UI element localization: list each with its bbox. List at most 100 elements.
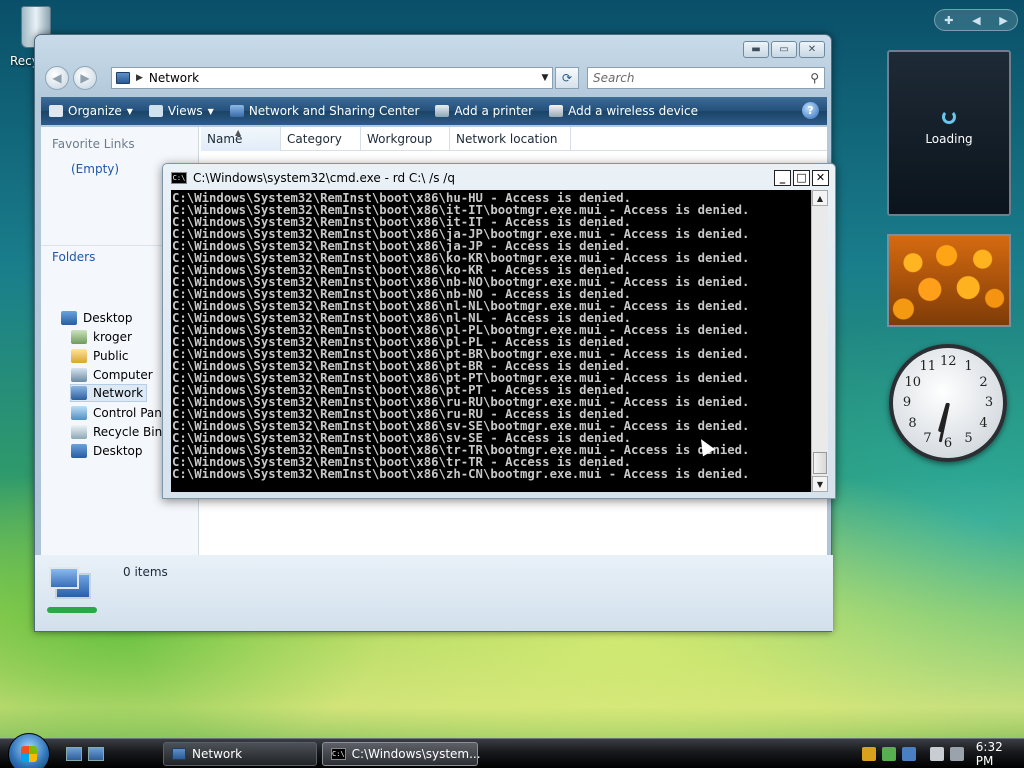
tree-item-label: Control Pane (93, 406, 170, 420)
column-name[interactable]: ▲ Name (201, 127, 281, 151)
network-status-icon[interactable] (929, 747, 944, 761)
details-pane: 0 items (35, 555, 833, 631)
cmd-close-button[interactable]: ✕ (812, 170, 829, 186)
clock-number: 5 (964, 430, 973, 446)
cmd-minimize-button[interactable]: _ (774, 170, 791, 186)
network-center-icon (229, 105, 244, 117)
taskbar-button-network[interactable]: Network (163, 742, 317, 766)
address-bar[interactable]: ▶ Network ▼ (111, 67, 553, 89)
tree-item-computer[interactable]: Computer (71, 366, 153, 384)
forward-button[interactable]: ▶ (73, 66, 97, 90)
volume-icon[interactable] (949, 747, 964, 761)
column-headers: ▲ Name Category Workgroup Network locati… (201, 127, 827, 151)
tree-item-control-panel[interactable]: Control Pane (71, 404, 169, 422)
taskbar-button-label: Network (192, 747, 243, 761)
column-label: Category (287, 132, 342, 146)
security-shield-icon[interactable] (862, 747, 876, 761)
desktop-icon (61, 311, 77, 325)
network-center-label: Network and Sharing Center (248, 104, 420, 118)
tree-item-label: Public (93, 349, 129, 363)
taskbar-button-cmd[interactable]: C:\ C:\Windows\system... (322, 742, 481, 766)
back-button[interactable]: ◀ (45, 66, 69, 90)
clock-number: 8 (908, 415, 917, 431)
cmd-title-bar[interactable]: C:\ C:\Windows\system32\cmd.exe - rd C:\… (171, 171, 455, 185)
network-icon (172, 748, 186, 760)
previous-icon[interactable]: ◀ (972, 14, 980, 27)
help-button[interactable]: ? (802, 102, 819, 119)
add-printer-label: Add a printer (454, 104, 534, 118)
cmd-title: C:\Windows\system32\cmd.exe - rd C:\ /s … (193, 171, 455, 185)
recycle-bin-icon (71, 425, 87, 439)
cmd-window: C:\ C:\Windows\system32\cmd.exe - rd C:\… (162, 163, 836, 499)
cmd-icon: C:\ (171, 172, 187, 184)
column-workgroup[interactable]: Workgroup (361, 127, 450, 151)
tree-item-recycle-bin[interactable]: Recycle Bin (71, 423, 162, 441)
tree-item-label: kroger (93, 330, 132, 344)
user-folder-icon (71, 330, 87, 344)
command-bar: Organize ▼ Views ▼ Network and Sharing C… (41, 97, 827, 125)
minimize-button[interactable]: ▬ (743, 41, 769, 58)
sort-ascending-icon: ▲ (235, 128, 242, 137)
tree-item-label: Computer (93, 368, 153, 382)
desktop-icon (71, 444, 87, 458)
wireless-device-icon (549, 105, 564, 117)
scroll-down-icon[interactable]: ▼ (812, 476, 828, 492)
taskbar: Network C:\ C:\Windows\system... 6:32 PM (0, 733, 1024, 768)
slideshow-gadget[interactable] (887, 234, 1011, 327)
refresh-button[interactable]: ⟳ (555, 67, 579, 89)
cmd-maximize-button[interactable]: □ (793, 170, 810, 186)
add-gadget-icon[interactable]: ✚ (944, 14, 953, 27)
chevron-down-icon: ▼ (207, 106, 214, 116)
clock-number: 4 (979, 415, 988, 431)
update-icon[interactable] (881, 747, 896, 761)
windows-logo-icon (21, 746, 37, 762)
window-controls: ▬ ▭ ✕ (743, 41, 825, 58)
cmd-scrollbar[interactable]: ▲ ▼ (811, 190, 828, 492)
loading-text: Loading (925, 132, 973, 146)
close-button[interactable]: ✕ (799, 41, 825, 58)
network-tray-icon[interactable] (901, 747, 916, 761)
organize-button[interactable]: Organize ▼ (41, 97, 141, 125)
start-button[interactable] (8, 733, 50, 768)
switch-windows-icon[interactable] (88, 747, 104, 761)
console-output[interactable]: C:\Windows\System32\RemInst\boot\x86\hu-… (171, 190, 811, 492)
network-sharing-center-button[interactable]: Network and Sharing Center (222, 97, 428, 125)
show-desktop-icon[interactable] (66, 747, 82, 761)
taskbar-button-label: C:\Windows\system... (351, 747, 481, 761)
clock-number: 1 (964, 359, 973, 375)
search-icon[interactable]: ⚲ (810, 68, 819, 88)
tree-item-kroger[interactable]: kroger (71, 328, 132, 346)
add-wireless-device-button[interactable]: Add a wireless device (541, 97, 706, 125)
views-button[interactable]: Views ▼ (141, 97, 222, 125)
next-icon[interactable]: ▶ (999, 14, 1007, 27)
clock-gadget[interactable]: 12 1 2 3 4 5 6 7 8 9 10 11 (887, 342, 1011, 466)
tree-item-label: Desktop (93, 444, 143, 458)
address-dropdown-icon[interactable]: ▼ (538, 73, 552, 83)
computer-icon (71, 368, 87, 382)
search-input[interactable]: Search ⚲ (587, 67, 825, 89)
network-icon (71, 386, 87, 400)
tree-item-label: Network (93, 386, 144, 400)
taskbar-clock[interactable]: 6:32 PM (976, 740, 1024, 768)
clock-number: 12 (940, 354, 957, 369)
scroll-up-icon[interactable]: ▲ (812, 190, 828, 206)
printer-icon (435, 105, 450, 117)
tree-item-desktop-2[interactable]: Desktop (71, 442, 143, 460)
column-network-location[interactable]: Network location (450, 127, 571, 151)
maximize-button[interactable]: ▭ (771, 41, 797, 58)
breadcrumb[interactable]: Network (149, 71, 199, 85)
loading-gadget[interactable]: Loading (887, 50, 1011, 216)
scroll-thumb[interactable] (813, 452, 827, 474)
tree-item-network[interactable]: Network (70, 384, 148, 402)
loading-spinner-icon (942, 110, 956, 124)
clock-number: 9 (902, 395, 912, 410)
breadcrumb-chevron-icon[interactable]: ▶ (136, 73, 143, 83)
clock-number: 3 (984, 395, 994, 410)
add-wireless-label: Add a wireless device (568, 104, 698, 118)
tree-item-desktop[interactable]: Desktop (61, 309, 133, 327)
console-line: C:\Windows\System32\RemInst\boot\x86\zh-… (172, 467, 750, 481)
views-icon (148, 105, 163, 117)
add-printer-button[interactable]: Add a printer (427, 97, 541, 125)
tree-item-public[interactable]: Public (71, 347, 129, 365)
column-category[interactable]: Category (281, 127, 361, 151)
